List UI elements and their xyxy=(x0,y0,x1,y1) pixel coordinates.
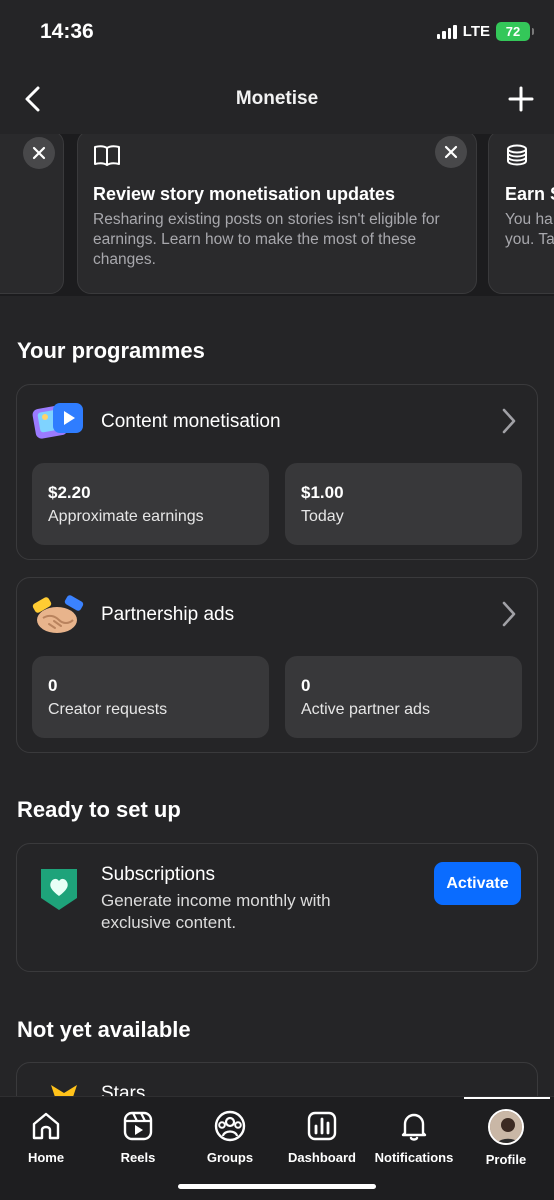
programme-header[interactable]: Partnership ads xyxy=(17,578,537,650)
tab-profile[interactable]: Profile xyxy=(460,1109,552,1169)
battery-level: 72 xyxy=(505,24,521,39)
tab-label: Groups xyxy=(206,1150,254,1165)
stat-label: Creator requests xyxy=(48,701,168,718)
section-title-unavailable: Not yet available xyxy=(17,1017,191,1042)
stat-value: $2.20 xyxy=(48,483,91,502)
stat-label: Active partner ads xyxy=(301,701,430,718)
signal-icon xyxy=(436,24,457,39)
stat-label: Today xyxy=(301,508,344,525)
stat-value: 0 xyxy=(48,676,58,695)
book-icon xyxy=(94,145,120,166)
tip-body: You ha you. Ta xyxy=(505,211,554,248)
reels-icon xyxy=(123,1111,153,1141)
content-monetisation-icon xyxy=(32,403,83,439)
tab-notifications[interactable]: Notifications xyxy=(368,1109,460,1169)
network-label: LTE xyxy=(462,23,490,40)
chevron-right-icon[interactable] xyxy=(501,407,517,435)
stat-today[interactable]: $1.00 Today xyxy=(285,463,522,545)
programme-card-partnership-ads: Partnership ads 0 Creator requests 0 Act… xyxy=(16,577,538,753)
groups-icon xyxy=(214,1110,246,1142)
status-bar: 14:36 LTE 72 xyxy=(0,0,554,66)
tab-label: Reels xyxy=(120,1150,156,1165)
tips-carousel[interactable]: ntent ges Review story monetisation upda… xyxy=(0,134,554,296)
tab-label: Notifications xyxy=(374,1150,454,1165)
dashboard-icon xyxy=(307,1111,337,1141)
subscriptions-description: Generate income monthly with exclusive c… xyxy=(101,891,331,932)
activate-button[interactable]: Activate xyxy=(434,862,521,905)
stat-value: $1.00 xyxy=(301,483,344,502)
tab-groups[interactable]: Groups xyxy=(184,1109,276,1169)
close-icon[interactable] xyxy=(435,136,467,168)
active-tab-indicator xyxy=(464,1097,550,1099)
programme-name: Partnership ads xyxy=(101,604,235,625)
status-time: 14:36 xyxy=(40,20,94,43)
programme-card-content-monetisation: Content monetisation $2.20 Approximate e… xyxy=(16,384,538,560)
top-nav: Monetise xyxy=(0,66,554,134)
subscriptions-card[interactable]: Subscriptions Generate income monthly wi… xyxy=(16,843,538,972)
home-icon xyxy=(32,1112,60,1140)
tab-dashboard[interactable]: Dashboard xyxy=(276,1109,368,1169)
status-indicators: LTE 72 xyxy=(436,22,534,41)
tip-card-next[interactable]: Earn S You ha you. Ta xyxy=(488,134,554,294)
avatar xyxy=(488,1109,524,1145)
programme-name: Content monetisation xyxy=(101,411,281,432)
tab-label: Profile xyxy=(485,1152,527,1167)
section-title-programmes: Your programmes xyxy=(17,338,205,363)
tip-body: Resharing existing posts on stories isn'… xyxy=(93,211,440,268)
stat-active-partner-ads[interactable]: 0 Active partner ads xyxy=(285,656,522,738)
stat-approximate-earnings[interactable]: $2.20 Approximate earnings xyxy=(32,463,269,545)
tip-title: Earn S xyxy=(505,184,554,204)
battery-icon: 72 xyxy=(496,22,534,41)
subscriptions-title: Subscriptions xyxy=(101,864,216,885)
bell-icon xyxy=(401,1113,427,1141)
avatar-image xyxy=(490,1111,522,1143)
tab-label: Dashboard xyxy=(288,1150,356,1165)
chevron-right-icon[interactable] xyxy=(501,600,517,628)
tab-home[interactable]: Home xyxy=(0,1109,92,1169)
close-icon[interactable] xyxy=(23,137,55,169)
coins-icon xyxy=(507,144,527,166)
tip-card-story-monetisation[interactable]: Review story monetisation updates Reshar… xyxy=(77,134,477,294)
programme-header[interactable]: Content monetisation xyxy=(17,385,537,457)
tip-card-previous[interactable]: ntent ges xyxy=(0,134,64,294)
section-title-setup: Ready to set up xyxy=(17,797,181,822)
stat-creator-requests[interactable]: 0 Creator requests xyxy=(32,656,269,738)
add-icon[interactable] xyxy=(506,84,536,114)
stat-label: Approximate earnings xyxy=(48,508,204,525)
tip-title: Review story monetisation updates xyxy=(93,184,396,204)
subscriptions-heart-icon xyxy=(41,869,77,910)
tab-label: Home xyxy=(27,1150,65,1165)
page-title: Monetise xyxy=(235,88,319,109)
stat-value: 0 xyxy=(301,676,311,695)
tab-reels[interactable]: Reels xyxy=(92,1109,184,1169)
handshake-icon xyxy=(32,595,84,633)
home-indicator xyxy=(178,1184,376,1189)
